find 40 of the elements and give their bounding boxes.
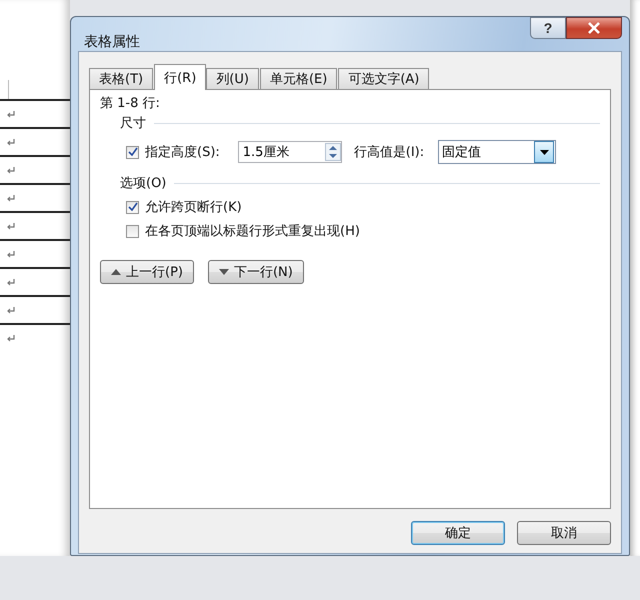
tab[interactable]: 行(R) <box>154 64 206 90</box>
down-triangle-icon <box>218 269 229 275</box>
return-mark-icon <box>6 250 15 258</box>
height-spin-field[interactable]: 1.5厘米 <box>238 141 342 163</box>
tab[interactable]: 表格(T) <box>89 68 154 90</box>
section-title: 选项(O) <box>120 175 166 192</box>
checkbox-label: 在各页顶端以标题行形式重复出现(H) <box>145 223 360 240</box>
return-mark-icon <box>6 334 15 342</box>
tab[interactable]: 可选文字(A) <box>338 68 430 90</box>
tab[interactable]: 列(U) <box>206 68 259 90</box>
section-title: 尺寸 <box>120 115 146 132</box>
check-icon <box>128 147 138 157</box>
return-mark-icon <box>6 110 15 118</box>
return-mark-icon <box>6 138 15 146</box>
help-button[interactable]: ? <box>530 17 566 39</box>
return-mark-icon <box>6 278 15 286</box>
up-triangle-icon <box>111 269 121 275</box>
field-label: 行高值是(I): <box>354 144 424 161</box>
tab[interactable]: 单元格(E) <box>260 68 338 90</box>
return-mark-icon <box>6 194 15 202</box>
next-row-button[interactable]: 下一行(N) <box>208 260 304 284</box>
spinner-arrows-icon <box>324 143 341 161</box>
ok-button[interactable]: 确定 <box>411 521 505 545</box>
close-button[interactable] <box>566 17 622 39</box>
checkbox-label: 指定高度(S): <box>145 144 220 161</box>
return-mark-icon <box>6 166 15 174</box>
return-mark-icon <box>6 222 15 230</box>
dropdown-arrow-icon <box>540 150 549 154</box>
checkbox[interactable] <box>126 200 139 214</box>
check-icon <box>128 202 138 212</box>
return-mark-icon <box>6 306 15 314</box>
close-icon <box>587 22 601 34</box>
checkbox[interactable] <box>126 146 139 158</box>
row-range-label: 第 1-8 行: <box>100 95 161 112</box>
checkbox-label: 允许跨页断行(K) <box>145 199 242 216</box>
row-height-dropdown[interactable]: 固定值 <box>438 140 556 164</box>
previous-row-button[interactable]: 上一行(P) <box>100 260 194 284</box>
checkbox[interactable] <box>126 224 139 238</box>
cancel-button[interactable]: 取消 <box>517 521 611 545</box>
window-title: 表格属性 <box>84 33 141 51</box>
